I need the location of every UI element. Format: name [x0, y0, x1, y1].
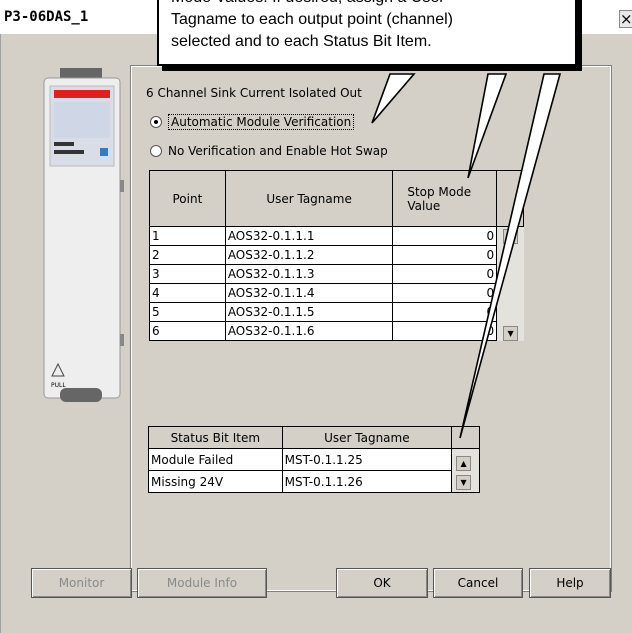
table-row[interactable]: 5 AOS32-0.1.1.5 0 [149, 302, 524, 322]
table-row[interactable]: 2 AOS32-0.1.1.2 0 [149, 245, 524, 265]
radio-label: Automatic Module Verification [168, 114, 355, 130]
points-table: Point User Tagname Stop Mode Value 1 AOS… [149, 170, 524, 341]
stop-value-cell[interactable]: 0 [392, 283, 498, 303]
module-description: 6 Channel Sink Current Isolated Out [146, 86, 362, 100]
table-row[interactable]: 3 AOS32-0.1.1.3 0 [149, 264, 524, 284]
column-header-user-tagname: User Tagname [224, 170, 394, 227]
tagname-cell[interactable]: AOS32-0.1.1.5 [224, 302, 394, 322]
stop-value-cell[interactable]: 0 [392, 226, 498, 246]
callout-box: Mode Values. If desired, assign a User T… [157, 0, 587, 72]
table-row[interactable]: Module Failed MST-0.1.1.25 ▲ ▼ [148, 448, 480, 493]
table-row[interactable]: Missing 24V MST-0.1.1.26 [148, 470, 480, 493]
status-item-cell: Module Failed [148, 448, 283, 471]
window-title: P3-06DAS_1 [4, 9, 89, 25]
tagname-cell[interactable]: MST-0.1.1.26 [281, 470, 453, 493]
point-cell: 4 [149, 283, 226, 303]
status-table: Status Bit Item User Tagname Module Fail… [148, 426, 480, 493]
scroll-down-icon[interactable]: ▼ [503, 326, 519, 341]
status-scrollbar[interactable]: ▲ ▼ [451, 448, 480, 493]
radio-hot-swap[interactable]: No Verification and Enable Hot Swap [150, 144, 388, 158]
tagname-cell[interactable]: AOS32-0.1.1.4 [224, 283, 394, 303]
close-icon[interactable]: × [619, 10, 632, 28]
point-cell: 6 [149, 321, 226, 341]
column-header-user-tagname: User Tagname [281, 426, 453, 449]
stop-value-cell[interactable]: 0 [392, 302, 498, 322]
point-cell: 3 [149, 264, 226, 284]
tagname-cell[interactable]: AOS32-0.1.1.3 [224, 264, 394, 284]
monitor-button[interactable]: Monitor [31, 568, 132, 598]
cancel-button[interactable]: Cancel [433, 568, 523, 598]
ok-button[interactable]: OK [336, 568, 428, 598]
column-header-status-bit: Status Bit Item [148, 426, 283, 449]
point-cell: 2 [149, 245, 226, 265]
help-button[interactable]: Help [529, 568, 611, 598]
scroll-up-icon[interactable]: ▲ [456, 456, 472, 471]
tagname-cell[interactable]: MST-0.1.1.25 [281, 448, 453, 471]
tagname-cell[interactable]: AOS32-0.1.1.6 [224, 321, 394, 341]
point-cell: 1 [149, 226, 226, 246]
pull-label: PULL [51, 382, 66, 389]
stop-value-cell[interactable]: 0 [392, 245, 498, 265]
column-header-point: Point [149, 170, 226, 227]
status-item-cell: Missing 24V [148, 470, 283, 493]
tagname-cell[interactable]: AOS32-0.1.1.2 [224, 245, 394, 265]
radio-auto-verify[interactable]: Automatic Module Verification [150, 114, 355, 130]
module-image [43, 68, 124, 402]
radio-unselected-icon [150, 145, 162, 157]
callout-line-1: Mode Values. If desired, assign a User [171, 0, 571, 9]
column-header-stop-mode: Stop Mode Value [392, 170, 498, 227]
tagname-cell[interactable]: AOS32-0.1.1.1 [224, 226, 394, 246]
stop-value-cell[interactable]: 0 [392, 264, 498, 284]
callout-line-2: Tagname to each output point (channel) [171, 11, 453, 28]
callout-line-3: selected and to each Status Bit Item. [171, 33, 432, 50]
table-row[interactable]: 4 AOS32-0.1.1.4 0 [149, 283, 524, 303]
scroll-up-icon[interactable]: ▲ [503, 229, 519, 244]
scroll-down-icon[interactable]: ▼ [456, 475, 472, 490]
module-info-button[interactable]: Module Info [137, 568, 267, 598]
radio-label: No Verification and Enable Hot Swap [168, 144, 388, 158]
table-row[interactable]: 6 AOS32-0.1.1.6 0 [149, 321, 524, 341]
points-scrollbar[interactable]: ▲ ▼ [496, 226, 524, 341]
point-cell: 5 [149, 302, 226, 322]
table-row[interactable]: 1 AOS32-0.1.1.1 0 ▲ ▼ [149, 226, 524, 341]
stop-value-cell[interactable]: 0 [392, 321, 498, 341]
radio-selected-icon [150, 116, 162, 128]
